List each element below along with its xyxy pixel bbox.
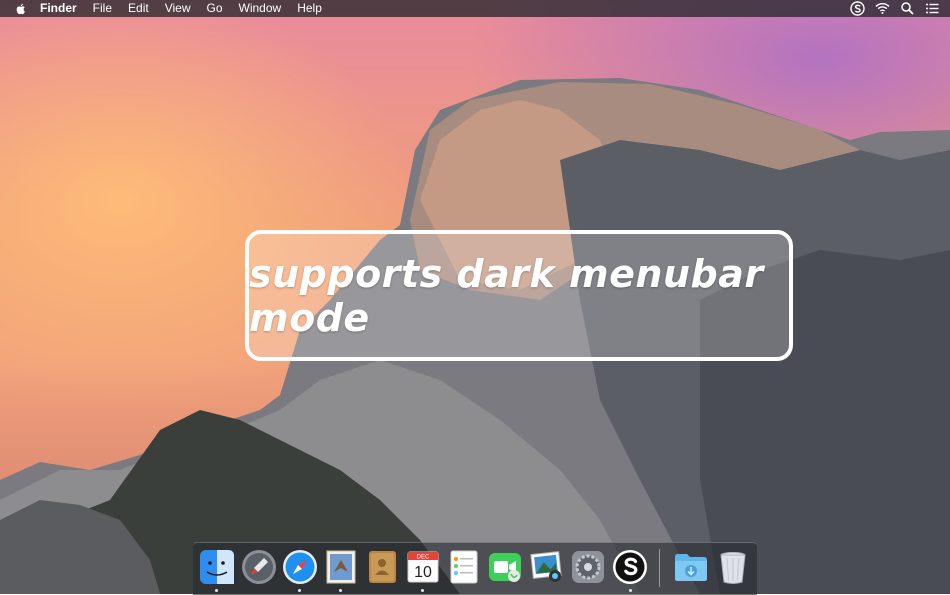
calendar-icon: DEC 10 [407, 551, 439, 583]
search-icon[interactable] [900, 1, 915, 16]
facetime-icon [489, 553, 521, 582]
trash-icon [720, 552, 746, 584]
dock-separator [659, 549, 660, 587]
banner-text: supports dark menubar mode [249, 251, 764, 340]
calendar-month: DEC [417, 555, 430, 561]
safari-icon [283, 550, 317, 584]
list-icon[interactable] [925, 1, 940, 16]
menu-go[interactable]: Go [199, 0, 231, 17]
running-indicator [298, 589, 301, 592]
running-indicator [339, 589, 342, 592]
dock-safari[interactable] [281, 548, 319, 586]
s-app-icon[interactable] [850, 1, 865, 16]
dock-s-app[interactable] [611, 548, 649, 586]
dock-calendar[interactable]: DEC 10 [404, 548, 442, 586]
dock-downloads-stack[interactable] [672, 548, 710, 586]
dock: DEC 10 [193, 542, 757, 595]
menu-app-name[interactable]: Finder [40, 0, 85, 17]
launchpad-icon [242, 550, 276, 584]
calendar-day: 10 [414, 564, 432, 581]
contacts-icon [369, 551, 396, 583]
running-indicator [215, 589, 218, 592]
iphoto-icon [530, 551, 562, 582]
mail-icon [326, 550, 356, 584]
menu-edit[interactable]: Edit [120, 0, 157, 17]
dock-contacts[interactable] [363, 548, 401, 586]
reminders-icon [450, 550, 478, 584]
feature-banner: supports dark menubar mode [245, 230, 793, 361]
dock-reminders[interactable] [445, 548, 483, 586]
running-indicator [421, 589, 424, 592]
system-preferences-icon [572, 551, 604, 583]
dock-finder[interactable] [198, 548, 236, 586]
menu-bar: Finder File Edit View Go Window Help [0, 0, 950, 17]
menu-view[interactable]: View [157, 0, 199, 17]
menu-help[interactable]: Help [289, 0, 330, 17]
dock-iphoto[interactable] [528, 548, 566, 586]
dock-launchpad[interactable] [240, 548, 278, 586]
dock-system-preferences[interactable] [569, 548, 607, 586]
wifi-icon[interactable] [875, 1, 890, 16]
downloads-folder-icon [675, 554, 707, 581]
dock-trash[interactable] [714, 548, 752, 586]
s-app-icon [613, 550, 647, 584]
apple-icon[interactable] [14, 2, 28, 16]
finder-icon [200, 550, 234, 584]
menu-window[interactable]: Window [231, 0, 290, 17]
dock-mail[interactable] [322, 548, 360, 586]
menu-file[interactable]: File [85, 0, 120, 17]
running-indicator [629, 589, 632, 592]
dock-facetime[interactable] [486, 548, 524, 586]
